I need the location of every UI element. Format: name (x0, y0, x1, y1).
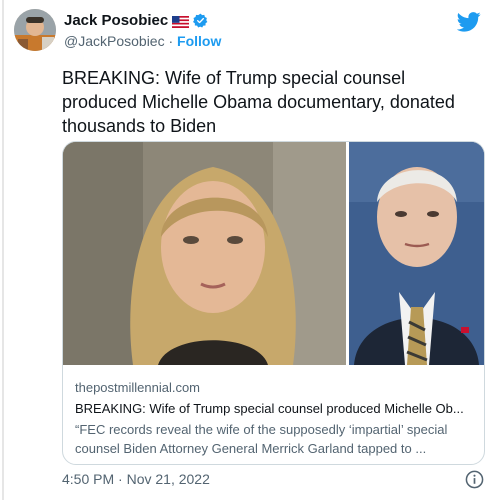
card-description: “FEC records reveal the wife of the supp… (75, 422, 448, 456)
name-row: Jack Posobiec (64, 12, 208, 29)
verified-badge-icon (193, 13, 208, 28)
link-card[interactable]: thepostmillennial.com BREAKING: Wife of … (62, 141, 485, 465)
tweet-text: BREAKING: Wife of Trump special counsel … (62, 68, 455, 136)
follow-button[interactable]: Follow (177, 33, 221, 49)
card-image-right[interactable] (349, 142, 484, 365)
card-image-left[interactable] (63, 142, 346, 365)
us-flag-icon (172, 15, 190, 28)
info-icon[interactable] (465, 470, 484, 489)
tweet-header: Jack Posobiec @JackPosobiec · Follow (14, 8, 483, 56)
handle-row: @JackPosobiec · Follow (64, 33, 221, 49)
avatar[interactable] (14, 9, 56, 51)
author-handle[interactable]: @JackPosobiec (64, 33, 165, 49)
thread-rule (2, 0, 4, 500)
card-domain: thepostmillennial.com (75, 380, 201, 395)
author-name[interactable]: Jack Posobiec (64, 12, 168, 29)
tweet-timestamp[interactable]: 4:50 PM · Nov 21, 2022 (62, 471, 210, 487)
card-title[interactable]: BREAKING: Wife of Trump special counsel … (75, 401, 475, 416)
separator: · (168, 33, 174, 49)
twitter-bird-icon[interactable] (456, 12, 481, 32)
